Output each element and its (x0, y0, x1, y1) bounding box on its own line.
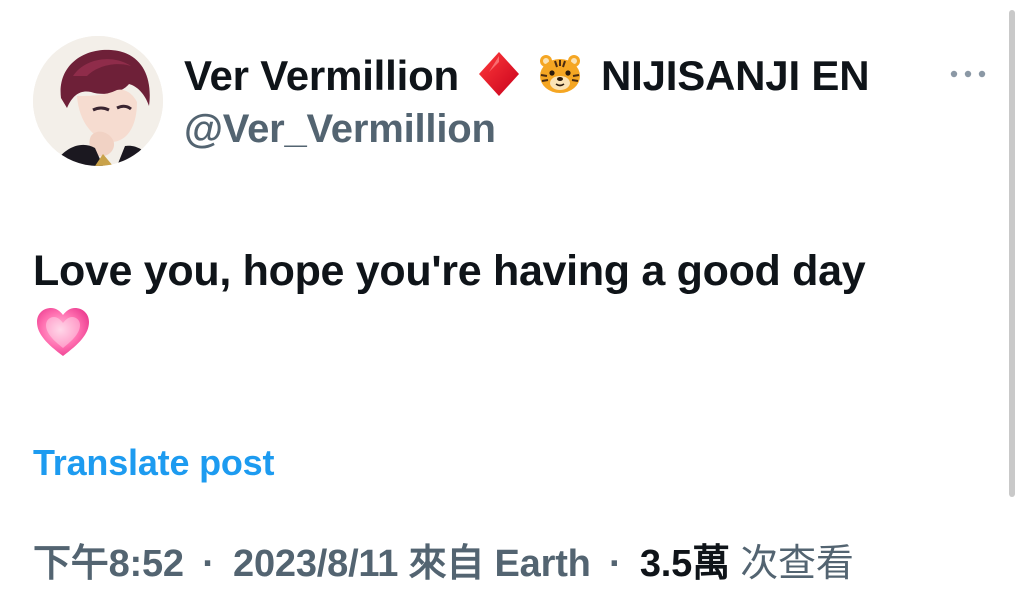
author-handle[interactable]: @Ver_Vermillion (184, 107, 496, 152)
tiger-face-icon (537, 53, 583, 100)
post-source: 來自 Earth (408, 543, 591, 585)
red-diamond-icon (477, 50, 521, 103)
translate-post-link[interactable]: Translate post (33, 442, 274, 484)
views-count[interactable]: 3.5萬 (640, 543, 730, 585)
author-name-row: Ver Vermillion NIJISANJI EN (184, 48, 870, 104)
tweet-detail: Ver Vermillion NIJISANJI EN @Ver_Vermill… (0, 0, 1024, 594)
meta-separator: · (202, 543, 215, 585)
avatar-illustration (33, 36, 163, 166)
profile-avatar[interactable] (33, 36, 163, 166)
post-text: Love you, hope you're having a good day (33, 247, 866, 295)
post-date[interactable]: 2023/8/11 (233, 543, 398, 585)
more-options-button[interactable] (944, 60, 992, 88)
views-label: 次查看 (740, 543, 854, 585)
author-display-name[interactable]: Ver Vermillion (184, 52, 459, 100)
pink-heart-icon (35, 306, 91, 363)
post-time[interactable]: 下午8:52 (33, 543, 184, 585)
author-org-name: NIJISANJI EN (601, 52, 870, 99)
post-meta: 下午8:52 · 2023/8/11 來自 Earth · 3.5萬 次查看 (33, 532, 854, 587)
more-options-icon (950, 70, 986, 78)
meta-separator: · (609, 543, 622, 585)
scrollbar[interactable] (1009, 10, 1015, 497)
